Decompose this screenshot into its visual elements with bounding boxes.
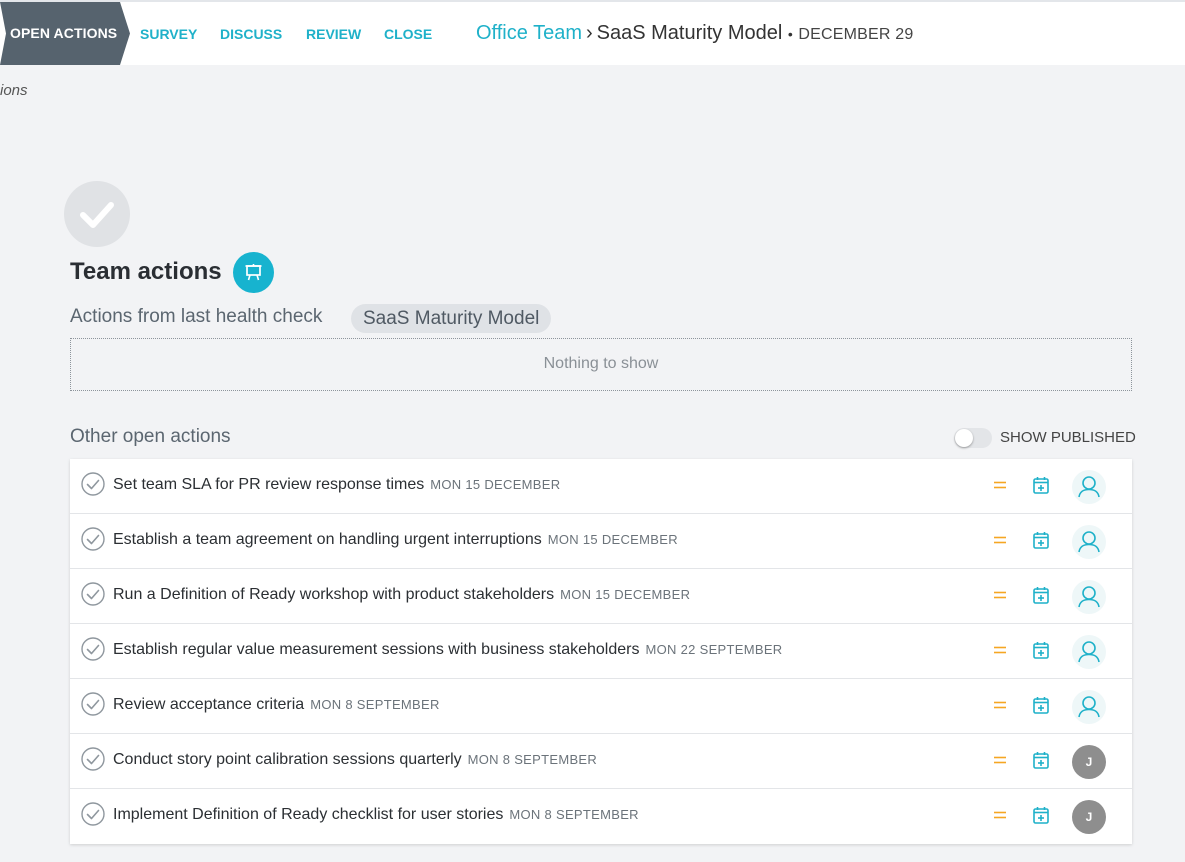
- breadcrumb-model: SaaS Maturity Model: [596, 22, 783, 44]
- empty-actions-box: Nothing to show: [70, 338, 1132, 391]
- equals-priority-icon[interactable]: [993, 808, 1007, 822]
- equals-priority-icon[interactable]: [993, 753, 1007, 767]
- user-outline-icon: [1072, 641, 1106, 673]
- presentation-board-icon: [245, 264, 262, 281]
- action-date: MON 8 SEPTEMBER: [310, 697, 440, 712]
- complete-action-check-icon[interactable]: [81, 802, 105, 826]
- action-title[interactable]: Review acceptance criteria: [113, 696, 304, 713]
- other-actions-heading: Other open actions: [70, 426, 231, 447]
- step-close[interactable]: CLOSE: [384, 26, 432, 42]
- user-outline-icon: [1072, 531, 1106, 563]
- action-date: MON 15 DECEMBER: [547, 532, 678, 547]
- action-title[interactable]: Set team SLA for PR review response time…: [113, 476, 424, 493]
- assignee-avatar[interactable]: J: [1072, 800, 1106, 834]
- calendar-add-icon[interactable]: [1033, 696, 1049, 714]
- calendar-add-icon[interactable]: [1033, 531, 1049, 549]
- complete-action-check-icon[interactable]: [81, 527, 105, 551]
- complete-action-check-icon[interactable]: [81, 637, 105, 661]
- action-title[interactable]: Establish regular value measurement sess…: [113, 641, 639, 658]
- calendar-add-icon[interactable]: [1033, 476, 1049, 494]
- assign-user-button[interactable]: [1072, 580, 1106, 614]
- action-date: MON 8 SEPTEMBER: [467, 752, 598, 767]
- assign-user-button[interactable]: [1072, 690, 1106, 724]
- user-outline-icon: [1072, 476, 1106, 508]
- action-row[interactable]: Set team SLA for PR review response time…: [70, 459, 1132, 514]
- action-date: MON 22 SEPTEMBER: [645, 642, 783, 657]
- complete-action-check-icon[interactable]: [81, 472, 105, 496]
- calendar-add-icon[interactable]: [1033, 806, 1049, 824]
- calendar-add-icon[interactable]: [1033, 586, 1049, 604]
- equals-priority-icon[interactable]: [993, 698, 1007, 712]
- check-badge: [64, 181, 130, 247]
- action-date: MON 8 SEPTEMBER: [509, 807, 639, 822]
- step-open-actions[interactable]: OPEN ACTIONS: [0, 2, 130, 65]
- user-outline-icon: [1072, 696, 1106, 728]
- present-button[interactable]: [233, 252, 274, 293]
- model-pill: SaaS Maturity Model: [351, 304, 552, 333]
- calendar-add-icon[interactable]: [1033, 641, 1049, 659]
- action-text-wrap[interactable]: Conduct story point calibration sessions…: [113, 751, 597, 769]
- step-open-actions-label: OPEN ACTIONS: [10, 25, 118, 41]
- complete-action-check-icon[interactable]: [81, 747, 105, 771]
- action-row[interactable]: Implement Definition of Ready checklist …: [70, 789, 1132, 844]
- action-title[interactable]: Conduct story point calibration sessions…: [113, 751, 462, 768]
- breadcrumb-bullet: •: [787, 26, 793, 42]
- action-title[interactable]: Establish a team agreement on handling u…: [113, 531, 542, 548]
- action-row[interactable]: Run a Definition of Ready workshop with …: [70, 569, 1132, 624]
- action-text-wrap[interactable]: Implement Definition of Ready checklist …: [113, 806, 639, 824]
- action-text-wrap[interactable]: Establish regular value measurement sess…: [113, 641, 782, 659]
- assign-user-button[interactable]: [1072, 470, 1106, 504]
- action-row[interactable]: Establish regular value measurement sess…: [70, 624, 1132, 679]
- equals-priority-icon[interactable]: [993, 588, 1007, 602]
- breadcrumb-date: DECEMBER 29: [798, 26, 914, 43]
- breadcrumb-separator: ›: [585, 22, 593, 44]
- equals-priority-icon[interactable]: [993, 643, 1007, 657]
- step-discuss[interactable]: DISCUSS: [220, 26, 282, 42]
- action-row[interactable]: Conduct story point calibration sessions…: [70, 734, 1132, 789]
- user-outline-icon: [1072, 586, 1106, 618]
- last-health-check-heading: Actions from last health check: [70, 306, 323, 327]
- action-text-wrap[interactable]: Review acceptance criteria MON 8 SEPTEMBE…: [113, 696, 440, 714]
- step-review[interactable]: REVIEW: [306, 26, 361, 42]
- toggle-knob: [955, 429, 973, 447]
- step-survey[interactable]: SURVEY: [140, 26, 197, 42]
- action-row[interactable]: Review acceptance criteria MON 8 SEPTEMBE…: [70, 679, 1132, 734]
- action-date: MON 15 DECEMBER: [560, 587, 691, 602]
- action-text-wrap[interactable]: Establish a team agreement on handling u…: [113, 531, 678, 549]
- action-text-wrap[interactable]: Set team SLA for PR review response time…: [113, 476, 560, 494]
- action-text-wrap[interactable]: Run a Definition of Ready workshop with …: [113, 586, 690, 604]
- action-title[interactable]: Run a Definition of Ready workshop with …: [113, 586, 554, 603]
- empty-state-text: Nothing to show: [543, 355, 659, 372]
- check-icon: [80, 202, 114, 228]
- calendar-add-icon[interactable]: [1033, 751, 1049, 769]
- complete-action-check-icon[interactable]: [81, 692, 105, 716]
- partial-breadcrumb-text: ions: [0, 82, 28, 99]
- show-published-toggle[interactable]: [954, 428, 992, 448]
- top-border: [0, 0, 1185, 2]
- action-date: MON 15 DECEMBER: [430, 477, 561, 492]
- top-nav-bar: OPEN ACTIONS SURVEY DISCUSS REVIEW CLOSE…: [0, 2, 1185, 65]
- complete-action-check-icon[interactable]: [81, 582, 105, 606]
- assign-user-button[interactable]: [1072, 525, 1106, 559]
- action-row[interactable]: Establish a team agreement on handling u…: [70, 514, 1132, 569]
- equals-priority-icon[interactable]: [993, 533, 1007, 547]
- actions-list: Set team SLA for PR review response time…: [70, 459, 1132, 844]
- show-published-label: SHOW PUBLISHED: [1000, 429, 1136, 446]
- equals-priority-icon[interactable]: [993, 478, 1007, 492]
- breadcrumb-team-link[interactable]: Office Team: [476, 22, 582, 44]
- action-title[interactable]: Implement Definition of Ready checklist …: [113, 806, 503, 823]
- assignee-avatar[interactable]: J: [1072, 745, 1106, 779]
- assign-user-button[interactable]: [1072, 635, 1106, 669]
- page-title: Team actions: [70, 258, 222, 285]
- breadcrumb: Office Team › SaaS Maturity Model • DECEMB…: [476, 22, 913, 45]
